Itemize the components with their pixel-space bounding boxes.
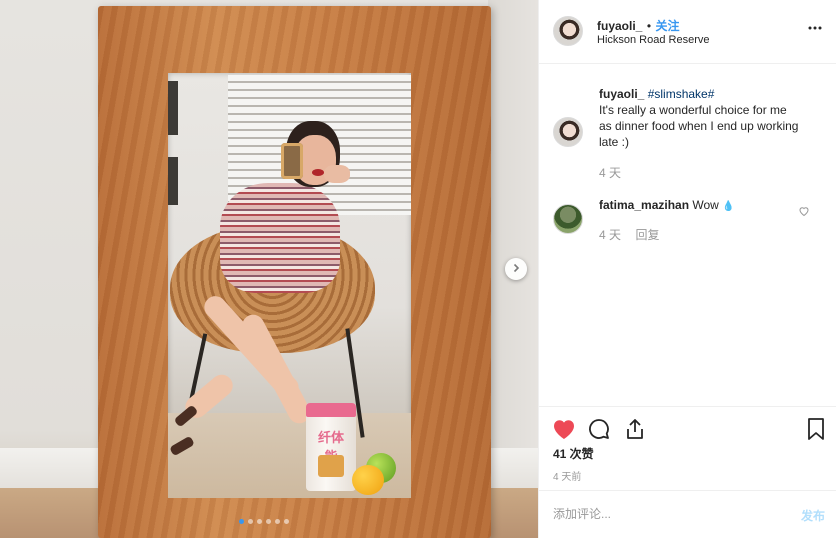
orange	[352, 465, 384, 495]
caption-line-2: as dinner food when I end up working	[599, 119, 799, 133]
likes-count[interactable]: 41 次赞	[553, 445, 594, 462]
avatar[interactable]	[553, 16, 583, 46]
person	[220, 183, 340, 293]
heart-filled-icon[interactable]	[551, 416, 577, 442]
post-comment-button[interactable]: 发布	[801, 507, 825, 524]
hashtag-link[interactable]: #slimshake#	[648, 87, 715, 101]
mirror-reflection: 纤体能	[168, 73, 411, 498]
carousel-dot	[275, 519, 280, 524]
action-bar	[539, 406, 836, 407]
product-label: 纤体能	[317, 430, 344, 464]
commenter-avatar[interactable]	[553, 204, 583, 234]
comment-like-icon[interactable]	[798, 204, 810, 217]
more-horizontal-icon[interactable]	[807, 20, 823, 36]
comment-age: 4 天	[599, 228, 622, 242]
separator: •	[646, 19, 652, 33]
comment: fatima_mazihan Wow 💧	[599, 197, 799, 215]
caption-line-3: late :)	[599, 135, 630, 149]
author-username[interactable]: fuyaoli_	[597, 19, 642, 33]
share-icon[interactable]	[622, 416, 648, 442]
comment-author[interactable]: fatima_mazihan	[599, 198, 689, 212]
chevron-right-icon	[511, 260, 521, 278]
instagram-post: 纤体能 fuyaoli_ • 关注 Hickson Road Reserve	[0, 0, 836, 538]
post-time: 4 天前	[553, 472, 582, 483]
comment-input[interactable]	[553, 507, 773, 521]
carousel-dot	[248, 519, 253, 524]
add-comment-bar: 发布	[539, 490, 836, 538]
follow-button[interactable]: 关注	[655, 19, 679, 33]
caption-age: 4 天	[599, 166, 622, 180]
caption-author[interactable]: fuyaoli_	[599, 87, 644, 101]
comment-text: Wow	[692, 198, 719, 212]
post-photo[interactable]: 纤体能	[0, 0, 538, 538]
reply-button[interactable]: 回复	[635, 228, 659, 242]
post-side-panel: fuyaoli_ • 关注 Hickson Road Reserve fuyao…	[538, 0, 836, 538]
carousel-dot	[257, 519, 262, 524]
caption-avatar[interactable]	[553, 117, 583, 147]
comment-icon[interactable]	[586, 416, 612, 442]
carousel-indicator	[239, 519, 289, 524]
carousel-dot	[284, 519, 289, 524]
carousel-dot	[266, 519, 271, 524]
phone	[281, 143, 303, 179]
comment-emoji: 💧	[722, 201, 735, 212]
caption: fuyaoli_ #slimshake# It's really a wonde…	[599, 86, 827, 150]
caption-line-1: It's really a wonderful choice for me	[599, 103, 787, 117]
post-header: fuyaoli_ • 关注 Hickson Road Reserve	[539, 0, 836, 64]
next-photo-button[interactable]	[505, 258, 527, 280]
bookmark-icon[interactable]	[803, 416, 829, 442]
location-link[interactable]: Hickson Road Reserve	[597, 34, 710, 46]
carousel-dot	[239, 519, 244, 524]
